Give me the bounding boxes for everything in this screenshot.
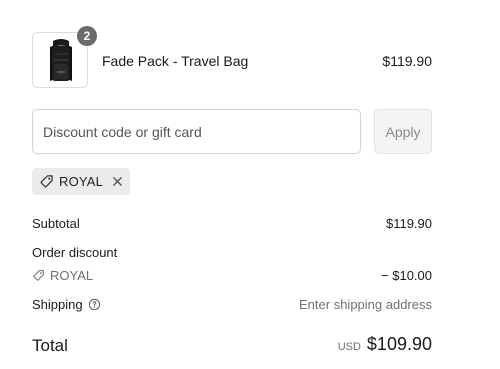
total-amount: $109.90 <box>366 334 432 354</box>
subtotal-row: Subtotal $119.90 <box>32 216 432 231</box>
shipping-row: Shipping Enter shipping address <box>32 297 432 312</box>
order-discount-row: Order discount <box>32 245 432 260</box>
apply-discount-button[interactable]: Apply <box>374 109 432 154</box>
remove-discount-icon[interactable] <box>112 176 123 187</box>
total-label: Total <box>32 336 68 355</box>
product-price: $119.90 <box>382 53 432 69</box>
applied-discount-chip: ROYAL <box>32 168 130 195</box>
discount-code-row: ROYAL − $10.00 <box>32 268 432 285</box>
currency-code: USD <box>337 341 361 353</box>
shipping-label: Shipping <box>32 297 83 312</box>
subtotal-value: $119.90 <box>385 216 432 231</box>
order-discount-label: Order discount <box>32 245 118 260</box>
quantity-badge: 2 <box>77 26 97 46</box>
discount-code-label: ROYAL <box>50 268 94 283</box>
total-row: Total USD $109.90 <box>32 334 432 356</box>
discount-value: − $10.00 <box>381 268 432 283</box>
subtotal-label: Subtotal <box>32 216 80 231</box>
help-icon[interactable] <box>88 298 101 311</box>
shipping-value: Enter shipping address <box>299 297 432 312</box>
tag-icon <box>32 269 45 282</box>
product-name: Fade Pack - Travel Bag <box>102 53 249 69</box>
applied-discount-code: ROYAL <box>59 174 104 189</box>
tag-icon <box>39 174 54 189</box>
line-item: 2 Fade Pack - Travel Bag $119.90 <box>32 26 432 90</box>
discount-code-input[interactable] <box>32 109 361 154</box>
